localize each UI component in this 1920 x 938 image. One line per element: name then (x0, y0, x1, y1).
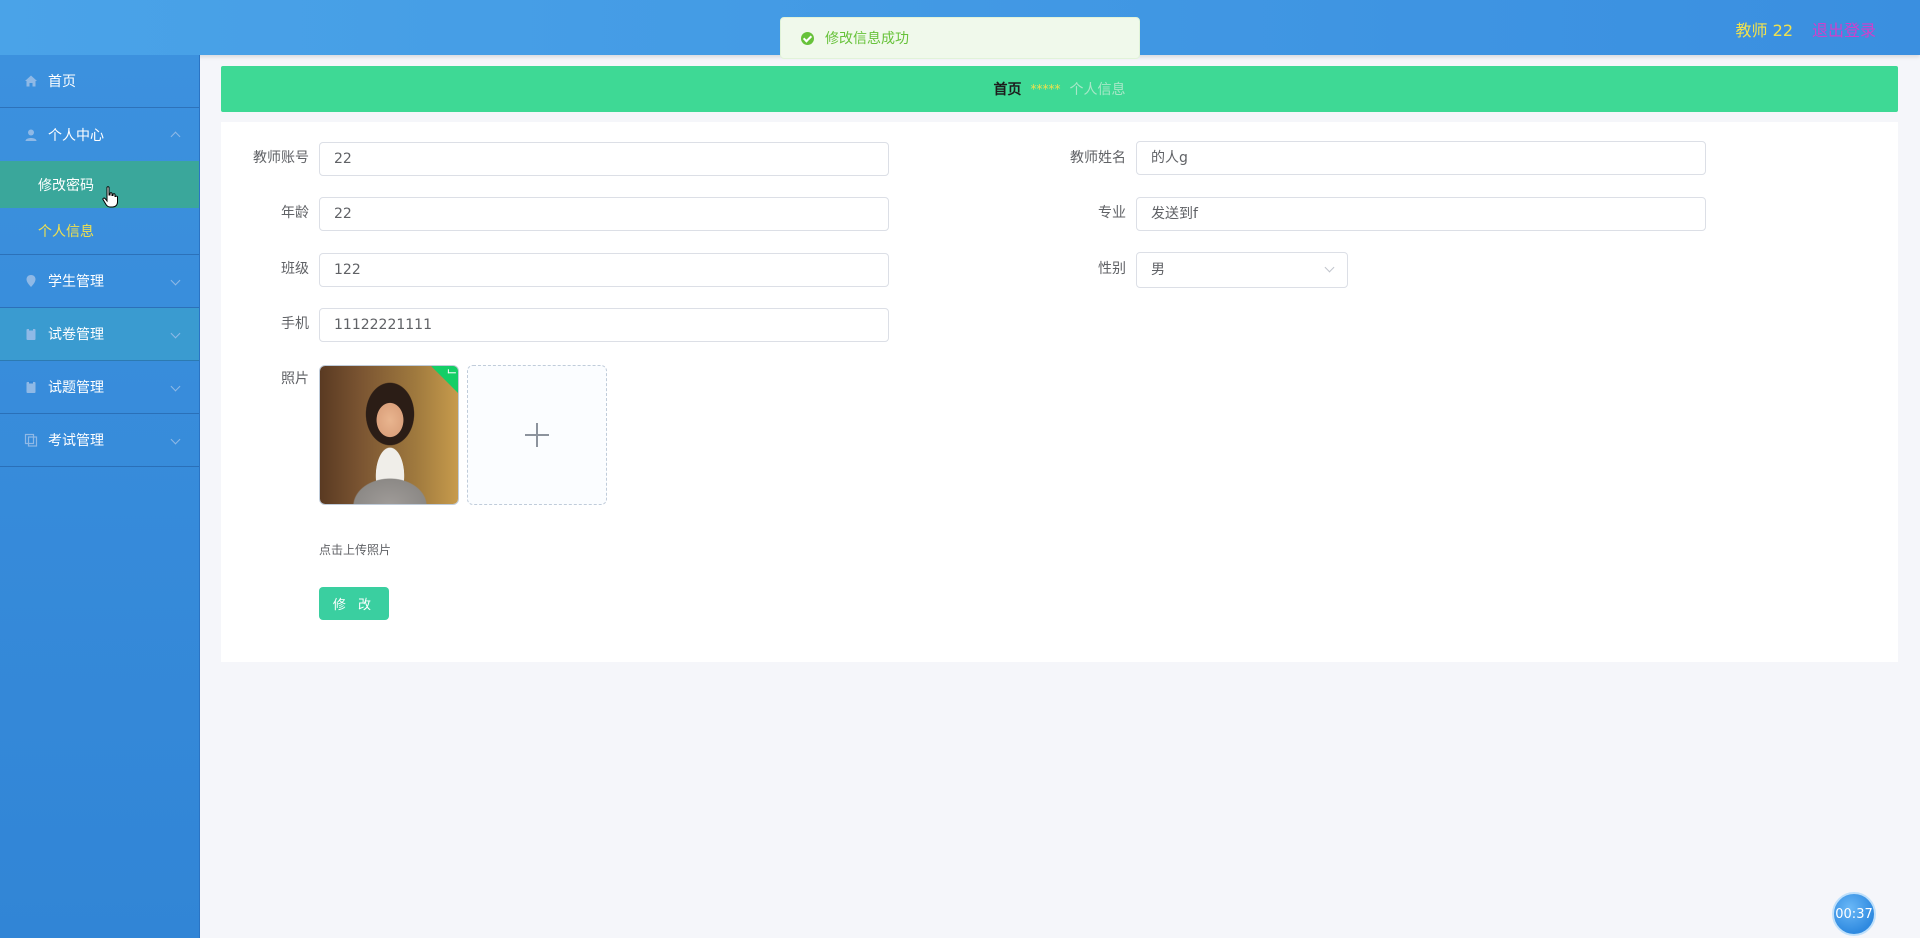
location-pin-icon (24, 274, 38, 288)
clipboard-icon (24, 327, 38, 341)
gender-select[interactable]: 男 (1136, 252, 1348, 288)
plus-icon (525, 423, 549, 447)
sidebar-item-paper-management[interactable]: 试卷管理 (0, 308, 199, 361)
major-label: 专业 (1098, 205, 1126, 221)
phone-label: 手机 (281, 316, 309, 332)
sidebar-subitem-personal-info[interactable]: 个人信息 (0, 208, 199, 255)
success-check-icon (801, 31, 814, 45)
sidebar-subitem-label: 修改密码 (38, 177, 94, 194)
account-label: 教师账号 (253, 150, 309, 166)
sidebar-item-question-management[interactable]: 试题管理 (0, 361, 199, 414)
sidebar-subitem-change-password[interactable]: 修改密码 (0, 161, 199, 208)
photo-image (320, 366, 458, 504)
submit-button[interactable]: 修 改 (319, 587, 389, 620)
class-label: 班级 (281, 261, 309, 277)
copy-icon (24, 433, 38, 447)
name-field[interactable]: 的人g (1136, 141, 1706, 175)
chevron-up-icon (170, 131, 181, 142)
sidebar: 首页 个人中心 修改密码 个人信息 学生管理 试卷管理 试题管理 考试管理 (0, 55, 200, 938)
profile-form-panel: 教师账号 22 教师姓名 的人g 年龄 22 专业 发送到f 班级 122 性别… (221, 122, 1898, 662)
sidebar-item-label: 个人中心 (48, 127, 104, 144)
timer-badge[interactable]: 00:37 (1832, 892, 1876, 936)
class-field[interactable]: 122 (319, 253, 889, 287)
name-label: 教师姓名 (1070, 150, 1126, 166)
user-icon (24, 128, 38, 142)
sidebar-item-home[interactable]: 首页 (0, 55, 199, 108)
sidebar-item-label: 试卷管理 (48, 327, 104, 343)
clipboard-icon (24, 380, 38, 394)
phone-field[interactable]: 11122221111 (319, 308, 889, 342)
sidebar-item-label: 试题管理 (48, 380, 104, 396)
photo-label: 照片 (281, 371, 309, 387)
breadcrumb: 首页 ***** 个人信息 (221, 66, 1898, 112)
age-label: 年龄 (281, 205, 309, 221)
photo-upload-button[interactable] (467, 365, 607, 505)
chevron-down-icon (170, 328, 181, 339)
toast-message: 修改信息成功 (825, 31, 909, 47)
sidebar-item-exam-management[interactable]: 考试管理 (0, 414, 199, 467)
chevron-down-icon (170, 275, 181, 286)
success-toast: 修改信息成功 (780, 17, 1140, 59)
current-user-label: 教师 22 (1735, 21, 1793, 40)
gender-label: 性别 (1098, 261, 1126, 277)
home-icon (24, 74, 38, 88)
sidebar-item-personal-center[interactable]: 个人中心 (0, 108, 199, 161)
sidebar-item-label: 首页 (48, 74, 76, 90)
sidebar-item-student-management[interactable]: 学生管理 (0, 255, 199, 308)
breadcrumb-home[interactable]: 首页 (994, 79, 1022, 99)
chevron-down-icon (170, 434, 181, 445)
logout-link[interactable]: 退出登录 (1812, 17, 1876, 41)
upload-tip: 点击上传照片 (319, 543, 392, 557)
hand-cursor-icon (102, 186, 118, 208)
sidebar-subitem-label: 个人信息 (38, 224, 94, 240)
breadcrumb-current: 个人信息 (1069, 82, 1126, 98)
sidebar-item-label: 考试管理 (48, 433, 104, 449)
breadcrumb-separator: ***** (1030, 82, 1061, 96)
uploaded-photo-thumbnail[interactable] (319, 365, 459, 505)
account-field[interactable]: 22 (319, 142, 889, 176)
gender-select-value: 男 (1151, 262, 1165, 278)
chevron-down-icon (1324, 262, 1335, 273)
age-field[interactable]: 22 (319, 197, 889, 231)
chevron-down-icon (170, 381, 181, 392)
sidebar-item-label: 学生管理 (48, 274, 104, 290)
major-field[interactable]: 发送到f (1136, 197, 1706, 231)
